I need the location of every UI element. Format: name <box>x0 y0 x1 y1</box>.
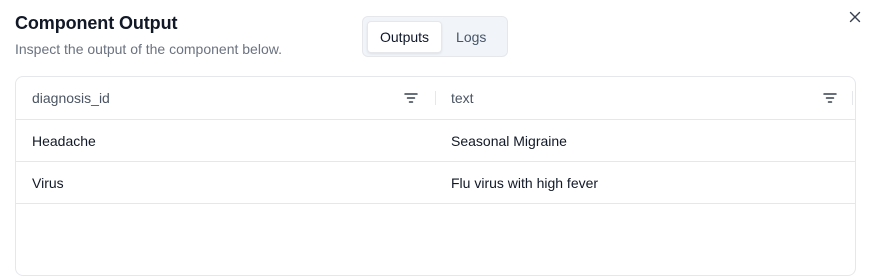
table-row[interactable]: Virus Flu virus with high fever <box>16 162 855 204</box>
table-cell[interactable]: Headache <box>16 120 435 161</box>
column-header-diagnosis-id[interactable]: diagnosis_id <box>16 77 435 119</box>
filter-icon[interactable] <box>404 91 418 105</box>
column-header-text[interactable]: text <box>435 77 853 119</box>
output-tabs: Outputs Logs <box>362 16 508 57</box>
tab-logs[interactable]: Logs <box>444 21 498 53</box>
column-header-label: text <box>451 90 474 106</box>
tab-outputs[interactable]: Outputs <box>367 20 443 53</box>
dialog-title: Component Output <box>15 13 178 33</box>
output-table: diagnosis_id text Headache Seasonal Migr… <box>15 76 856 276</box>
filter-icon[interactable] <box>823 91 837 105</box>
table-header: diagnosis_id text <box>16 77 855 120</box>
table-cell[interactable]: Virus <box>16 162 435 203</box>
close-button[interactable] <box>846 8 864 26</box>
table-cell[interactable]: Flu virus with high fever <box>435 162 853 203</box>
column-header-label: diagnosis_id <box>32 90 110 106</box>
close-icon <box>849 11 861 23</box>
dialog-subtitle: Inspect the output of the component belo… <box>15 41 282 57</box>
table-cell[interactable]: Seasonal Migraine <box>435 120 853 161</box>
table-row[interactable]: Headache Seasonal Migraine <box>16 120 855 162</box>
column-divider[interactable] <box>852 91 853 105</box>
